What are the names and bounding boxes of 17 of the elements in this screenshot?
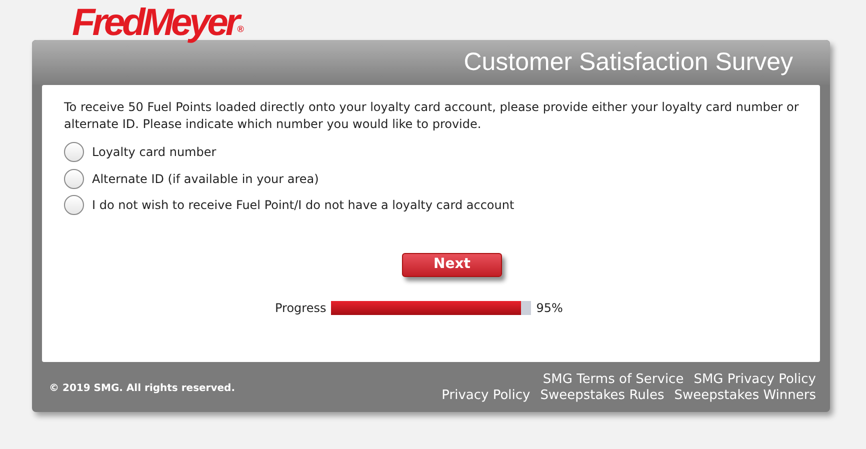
option-label[interactable]: Alternate ID (if available in your area): [92, 170, 319, 188]
progress-reading: 95%: [536, 300, 563, 316]
survey-title: Customer Satisfaction Survey: [464, 46, 793, 78]
question-text: To receive 50 Fuel Points loaded directly onto your loyalty card account, please provide either your loyalty card number or alternate ID. Please indicate which number you would like to provide.: [64, 99, 800, 133]
copyright-text: © 2019 SMG. All rights reserved.: [49, 382, 236, 396]
footer-link[interactable]: SMG Privacy Policy: [694, 372, 816, 387]
next-button[interactable]: Next: [402, 252, 502, 276]
footer-link[interactable]: Sweepstakes Winners: [674, 388, 816, 403]
radio-button[interactable]: [64, 142, 84, 162]
footer-link[interactable]: SMG Terms of Service: [542, 372, 684, 387]
radio-button[interactable]: [64, 168, 84, 189]
option-label[interactable]: Loyalty card number: [92, 143, 216, 162]
footer-link[interactable]: Sweepstakes Rules: [540, 388, 664, 403]
radio-button[interactable]: [64, 195, 84, 216]
progress-label: Progress: [275, 300, 326, 316]
footer-link[interactable]: Privacy Policy: [442, 388, 530, 403]
option-label[interactable]: I do not wish to receive Fuel Point/I do not have a loyalty card account: [92, 196, 514, 214]
